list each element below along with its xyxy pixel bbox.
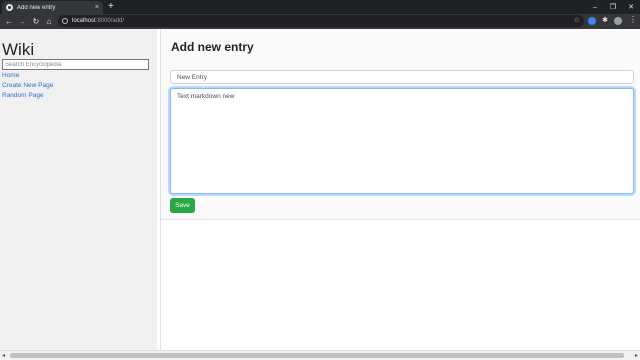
browser-tab-bar: Add new entry × + – ❐ ✕	[0, 0, 640, 14]
info-icon[interactable]	[62, 18, 68, 24]
new-tab-button[interactable]: +	[108, 1, 114, 13]
sidebar-link-home[interactable]: Home	[2, 72, 19, 79]
reload-icon[interactable]: ↻	[30, 15, 42, 28]
entry-title-field[interactable]	[170, 70, 634, 84]
close-tab-icon[interactable]: ×	[95, 4, 99, 11]
entry-content-textarea[interactable]: Text markdown new	[170, 88, 634, 194]
scroll-right-icon[interactable]: ▸	[635, 352, 638, 359]
maximize-button[interactable]: ❐	[604, 0, 622, 14]
puzzle-extensions-icon[interactable]: ✱	[601, 17, 609, 25]
home-icon[interactable]: ⌂	[43, 15, 55, 28]
close-window-button[interactable]: ✕	[622, 0, 640, 14]
url-host: localhost	[72, 18, 96, 24]
bookmark-star-icon[interactable]: ☆	[574, 15, 580, 27]
tab-title: Add new entry	[17, 4, 56, 11]
forward-arrow-icon[interactable]: →	[16, 15, 28, 28]
address-bar[interactable]: localhost :8000/add/ ☆	[58, 15, 584, 27]
browser-tab-active[interactable]: Add new entry ×	[2, 1, 103, 14]
sidebar-link-random-page[interactable]: Random Page	[2, 92, 44, 99]
url-path: :8000/add/	[95, 18, 125, 24]
window-controls: – ❐ ✕	[586, 0, 640, 14]
scrollbar-thumb[interactable]	[10, 353, 624, 358]
entry-form-panel: Add new entry Text markdown new Save	[161, 29, 640, 220]
browser-toolbar: ← → ↻ ⌂ localhost :8000/add/ ☆ ✱ ⋮	[0, 14, 640, 29]
profile-avatar-icon[interactable]	[614, 17, 622, 25]
extension-icon[interactable]	[588, 17, 596, 25]
save-button[interactable]: Save	[170, 198, 195, 213]
site-title: Wiki	[2, 40, 35, 59]
scroll-left-icon[interactable]: ◂	[2, 352, 5, 359]
sidebar-link-create-new-page[interactable]: Create New Page	[2, 82, 53, 89]
back-arrow-icon[interactable]: ←	[3, 15, 15, 28]
horizontal-scrollbar[interactable]: ◂ ▸	[0, 350, 640, 360]
search-input[interactable]	[2, 59, 149, 70]
minimize-button[interactable]: –	[586, 0, 604, 14]
browser-menu-icon[interactable]: ⋮	[629, 15, 637, 24]
page-title: Add new entry	[171, 40, 254, 54]
main-content: Add new entry Text markdown new Save	[160, 29, 640, 350]
sidebar: Wiki Home Create New Page Random Page	[0, 29, 157, 350]
globe-icon	[6, 4, 13, 11]
